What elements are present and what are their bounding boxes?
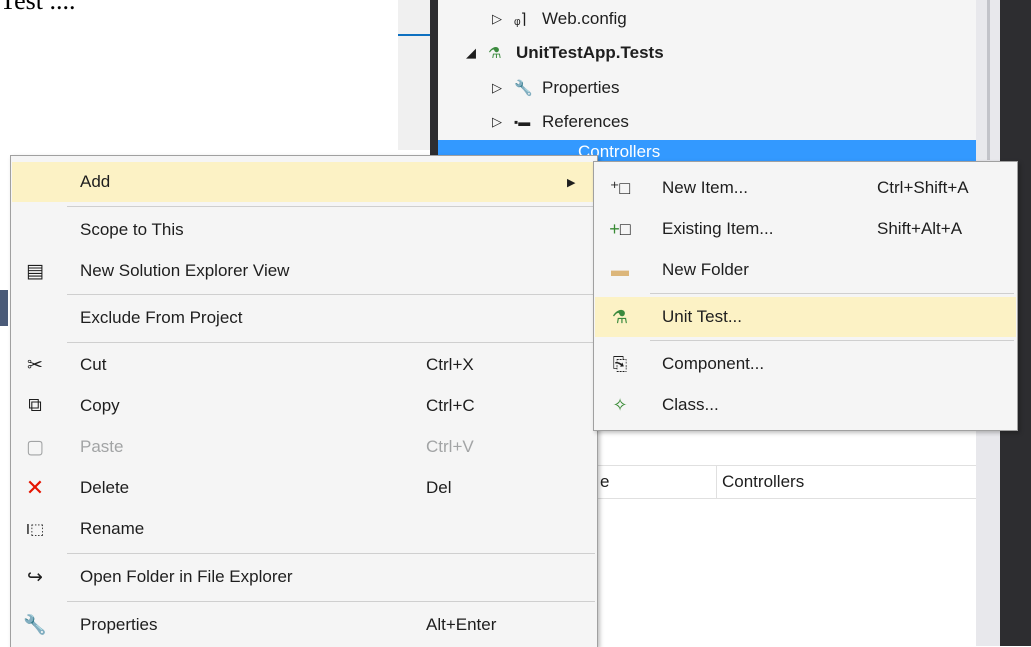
expand-arrow-icon[interactable]: ▷ [492, 114, 514, 130]
tree-item-label: References [542, 112, 629, 131]
submenu-item-label: Class... [662, 395, 719, 414]
menu-item-label: Scope to This [80, 220, 184, 239]
tree-item-test-project[interactable]: ◢ ⚗ UnitTestApp.Tests [466, 38, 664, 68]
tree-item-properties[interactable]: ▷ 🔧 Properties [492, 73, 619, 103]
submenu-item-label: New Item... [662, 178, 748, 197]
tree-item-label: Web.config [542, 9, 627, 28]
document-partial-text: Test .... [0, 0, 76, 15]
menu-item-shortcut: Ctrl+V [426, 437, 474, 456]
unit-test-icon: ⚗ [611, 306, 629, 327]
config-icon: ᵩ⌉ [514, 11, 527, 28]
submenu-separator [650, 293, 1014, 294]
menu-item-properties[interactable]: 🔧 Properties Alt+Enter [12, 605, 596, 645]
submenu-arrow-icon: ▶ [567, 176, 576, 189]
menu-item-label: Paste [80, 437, 124, 456]
test-project-icon: ⚗ [488, 45, 502, 62]
menu-item-label: Add [80, 172, 111, 191]
menu-item-add[interactable]: Add ▶ [12, 162, 596, 202]
left-window-strip [0, 290, 8, 326]
new-view-icon: ▤ [26, 260, 44, 282]
new-item-icon: ⁺□ [609, 177, 631, 198]
menu-item-label: Cut [80, 355, 107, 374]
menu-item-label: New Solution Explorer View [80, 261, 290, 280]
rename-icon: I⬚ [25, 521, 45, 538]
menu-item-shortcut: Alt+Enter [426, 615, 497, 634]
tree-item-label: Properties [542, 78, 620, 97]
menu-separator [67, 342, 595, 343]
menu-item-label: Rename [80, 519, 145, 538]
menu-item-copy[interactable]: ⧉ Copy Ctrl+C [12, 386, 596, 426]
wrench-icon: 🔧 [23, 615, 47, 636]
menu-item-shortcut: Del [426, 478, 452, 497]
new-folder-icon: ▬ [611, 259, 629, 280]
editor-accent-line [398, 34, 430, 36]
menu-item-shortcut: Ctrl+X [426, 355, 474, 374]
menu-separator [67, 294, 595, 295]
menu-item-scope-to-this[interactable]: Scope to This [12, 210, 596, 250]
menu-item-rename[interactable]: I⬚ Rename [12, 509, 596, 549]
property-name-cell: e [600, 472, 610, 491]
submenu-item-label: New Folder [662, 260, 749, 279]
menu-item-paste: ▢ Paste Ctrl+V [12, 427, 596, 467]
submenu-item-label: Unit Test... [662, 307, 742, 326]
component-icon: ⎘ [612, 353, 628, 374]
menu-item-cut[interactable]: ✂ Cut Ctrl+X [12, 345, 596, 385]
open-folder-icon: ↪ [27, 566, 43, 588]
menu-item-label: Exclude From Project [80, 308, 243, 327]
add-submenu: ⁺□ New Item... Ctrl+Shift+A +□ Existing … [593, 161, 1018, 431]
explorer-left-edge [430, 0, 438, 160]
class-icon: ✧ [612, 394, 628, 415]
collapse-arrow-icon[interactable]: ◢ [466, 45, 488, 61]
scissors-icon: ✂ [27, 354, 43, 376]
expand-arrow-icon[interactable]: ▷ [492, 11, 514, 27]
property-value-cell[interactable]: Controllers [722, 472, 804, 492]
properties-pane: e Controllers [592, 465, 976, 647]
tree-item-label: UnitTestApp.Tests [516, 43, 664, 62]
menu-separator [67, 553, 595, 554]
explorer-scroll-thumb[interactable] [987, 0, 990, 160]
menu-item-label: Copy [80, 396, 120, 415]
tree-item-references[interactable]: ▷ ▪▬ References [492, 107, 629, 137]
submenu-item-unit-test[interactable]: ⚗ Unit Test... [595, 297, 1016, 337]
menu-item-label: Properties [80, 615, 158, 634]
menu-item-new-solution-explorer-view[interactable]: ▤ New Solution Explorer View [12, 251, 596, 291]
menu-item-delete[interactable]: ✕ Delete Del [12, 468, 596, 508]
column-divider [716, 466, 717, 498]
submenu-item-component[interactable]: ⎘ Component... [595, 344, 1016, 384]
menu-separator [67, 206, 595, 207]
references-icon: ▪▬ [514, 115, 531, 129]
wrench-icon: 🔧 [514, 80, 533, 97]
submenu-item-new-item[interactable]: ⁺□ New Item... Ctrl+Shift+A [595, 168, 1016, 208]
submenu-item-label: Existing Item... [662, 219, 774, 238]
paste-icon: ▢ [26, 436, 44, 458]
menu-item-open-folder[interactable]: ↪ Open Folder in File Explorer [12, 557, 596, 597]
menu-item-label: Delete [80, 478, 130, 497]
submenu-item-label: Component... [662, 354, 765, 373]
delete-icon: ✕ [25, 475, 45, 500]
submenu-item-new-folder[interactable]: ▬ New Folder [595, 250, 1016, 290]
submenu-item-shortcut: Ctrl+Shift+A [877, 178, 969, 197]
row-divider [592, 498, 976, 499]
submenu-item-shortcut: Shift+Alt+A [877, 219, 963, 238]
existing-item-icon: +□ [609, 218, 631, 239]
editor-edge [398, 0, 430, 150]
expand-arrow-icon[interactable]: ▷ [492, 80, 514, 96]
copy-icon: ⧉ [28, 395, 42, 416]
tree-item-web-config[interactable]: ▷ ᵩ⌉ Web.config [492, 4, 627, 34]
menu-separator [67, 601, 595, 602]
submenu-item-class[interactable]: ✧ Class... [595, 385, 1016, 425]
submenu-item-existing-item[interactable]: +□ Existing Item... Shift+Alt+A [595, 209, 1016, 249]
menu-item-exclude-from-project[interactable]: Exclude From Project [12, 298, 596, 338]
context-menu: Add ▶ Scope to This ▤ New Solution Explo… [10, 155, 598, 647]
menu-item-shortcut: Ctrl+C [426, 396, 475, 415]
menu-item-label: Open Folder in File Explorer [80, 567, 293, 586]
submenu-separator [650, 340, 1014, 341]
